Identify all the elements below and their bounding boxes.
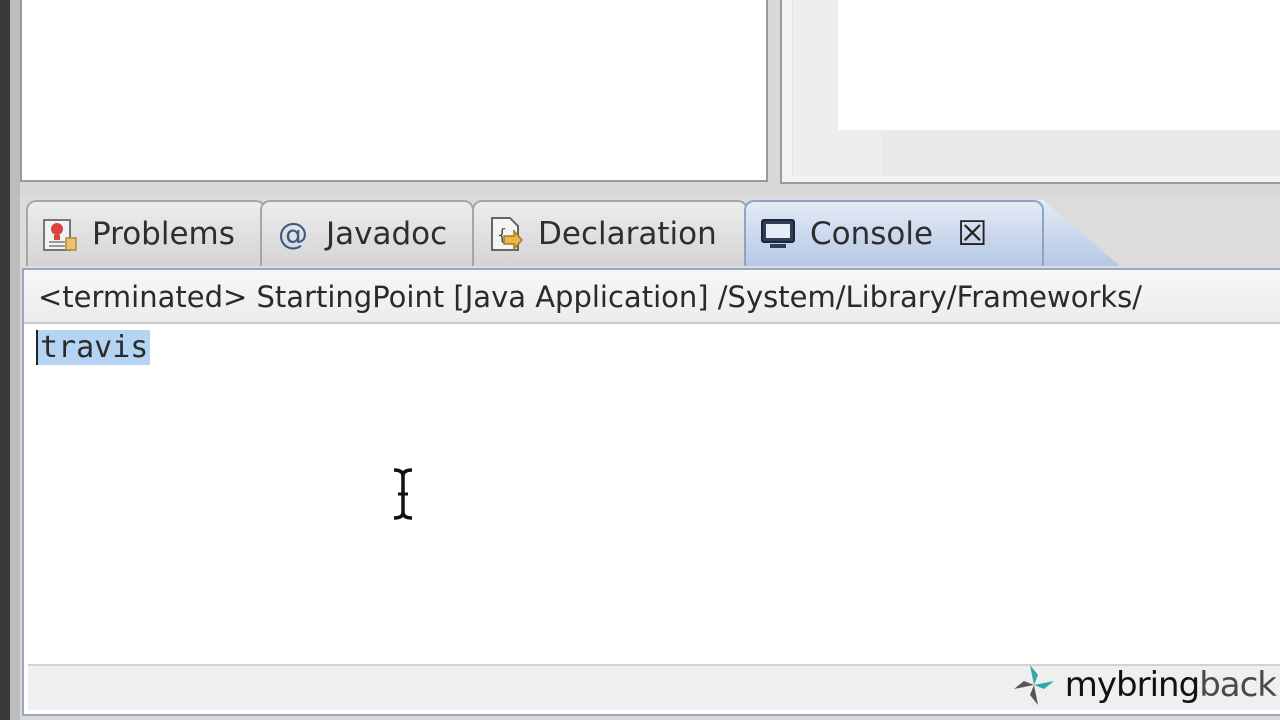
declaration-icon: { bbox=[486, 214, 526, 254]
tab-label: Javadoc bbox=[326, 216, 448, 252]
view-tab-strip: Problems @ Javadoc { Declaration Console… bbox=[20, 196, 1280, 268]
at-sign-icon: @ bbox=[274, 214, 314, 254]
text-cursor-icon bbox=[393, 468, 413, 520]
outline-footer bbox=[881, 130, 1280, 176]
outline-pane[interactable] bbox=[780, 0, 1280, 184]
console-output[interactable]: travis bbox=[36, 330, 151, 365]
tab-label: Problems bbox=[92, 216, 235, 252]
watermark-back: back bbox=[1199, 665, 1277, 705]
tab-label: Console bbox=[810, 216, 934, 252]
console-icon bbox=[758, 214, 798, 254]
watermark-logo: my bring back bbox=[1011, 660, 1277, 710]
outline-inner bbox=[792, 0, 1280, 176]
outline-content bbox=[837, 0, 1280, 130]
screen-edge bbox=[0, 0, 10, 720]
pinwheel-icon bbox=[1013, 665, 1054, 705]
close-icon[interactable]: ☒ bbox=[957, 217, 987, 251]
tab-console[interactable]: Console ☒ bbox=[744, 200, 1044, 266]
watermark-my: my bbox=[1064, 665, 1117, 705]
tab-problems[interactable]: Problems bbox=[26, 200, 266, 266]
selected-output-text[interactable]: travis bbox=[36, 330, 151, 365]
tab-label: Declaration bbox=[538, 216, 717, 252]
problems-icon bbox=[40, 214, 80, 254]
tab-javadoc[interactable]: @ Javadoc bbox=[260, 200, 474, 266]
svg-text:@: @ bbox=[278, 217, 308, 252]
editor-pane[interactable] bbox=[20, 0, 768, 182]
console-view[interactable]: <terminated> StartingPoint [Java Applica… bbox=[22, 268, 1280, 716]
window-border bbox=[10, 0, 20, 720]
watermark-bring: bring bbox=[1116, 665, 1200, 705]
tab-declaration[interactable]: { Declaration bbox=[472, 200, 748, 266]
console-status: <terminated> StartingPoint [Java Applica… bbox=[24, 270, 1280, 324]
eclipse-window: Problems @ Javadoc { Declaration Console… bbox=[0, 0, 1280, 720]
